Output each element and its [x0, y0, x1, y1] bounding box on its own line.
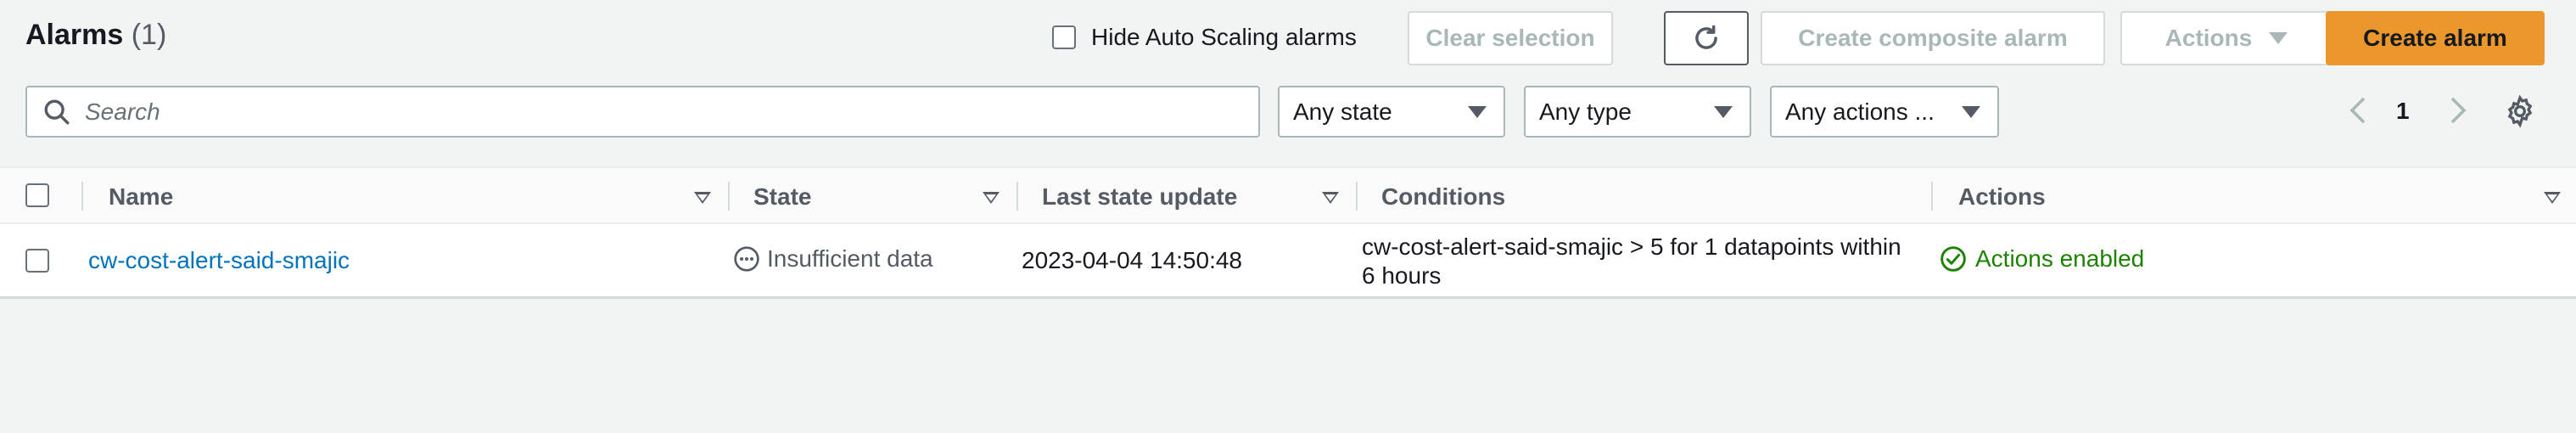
search-input[interactable]	[85, 98, 1256, 126]
actions-dropdown-button[interactable]: Actions	[2120, 11, 2332, 65]
status-pending-icon	[734, 246, 759, 272]
create-composite-alarm-button[interactable]: Create composite alarm	[1761, 11, 2105, 65]
column-divider	[81, 182, 83, 211]
alarm-count: (1)	[131, 19, 167, 51]
refresh-icon	[1695, 25, 1717, 49]
state-filter-select[interactable]: Any state	[1278, 86, 1505, 138]
clear-selection-button[interactable]: Clear selection	[1408, 11, 1613, 65]
alarm-state: Insufficient data	[733, 245, 933, 273]
refresh-button[interactable]	[1664, 11, 1749, 65]
caret-down-icon	[1714, 105, 1733, 118]
page-title: Alarms (1)	[25, 19, 166, 52]
column-header-name[interactable]: Name	[109, 183, 173, 211]
row-select-checkbox[interactable]	[25, 249, 49, 273]
conditions-line: cw-cost-alert-said-smajic > 5 for 1 data…	[1362, 233, 1901, 260]
hide-autoscaling-checkbox[interactable]	[1052, 25, 1076, 49]
alarm-name-link[interactable]: cw-cost-alert-said-smajic	[88, 247, 350, 274]
caret-down-icon	[1468, 105, 1487, 118]
table-row[interactable]: cw-cost-alert-said-smajic Insufficient d…	[0, 224, 2576, 299]
chevron-left-icon[interactable]	[2345, 93, 2371, 127]
page-header: Alarms (1) Hide Auto Scaling alarms Clea…	[0, 0, 2576, 80]
hide-autoscaling-toggle[interactable]: Hide Auto Scaling alarms	[1052, 24, 1357, 51]
conditions-line: 6 hours	[1362, 262, 1442, 289]
table-header: Name State Last state update Conditions …	[0, 166, 2576, 224]
column-header-conditions[interactable]: Conditions	[1381, 183, 1505, 211]
title-text: Alarms	[25, 19, 124, 51]
type-filter-value: Any type	[1539, 98, 1632, 125]
status-check-icon	[1940, 246, 1966, 272]
search-field[interactable]	[25, 86, 1260, 138]
column-divider	[1931, 182, 1933, 211]
type-filter-select[interactable]: Any type	[1524, 86, 1751, 138]
create-alarm-button[interactable]: Create alarm	[2326, 11, 2545, 65]
column-header-state[interactable]: State	[753, 183, 811, 211]
actions-filter-value: Any actions ...	[1785, 98, 1935, 125]
caret-down-icon	[2269, 32, 2288, 44]
sort-icon[interactable]	[1322, 192, 1339, 204]
state-filter-value: Any state	[1293, 98, 1392, 125]
alarm-actions-status: Actions enabled	[1940, 245, 2144, 273]
select-all-checkbox[interactable]	[25, 183, 49, 207]
search-icon	[44, 99, 70, 124]
actions-filter-select[interactable]: Any actions ...	[1770, 86, 1999, 138]
create-composite-label: Create composite alarm	[1798, 25, 2068, 51]
chevron-right-icon[interactable]	[2445, 93, 2471, 127]
actions-status-label: Actions enabled	[1975, 245, 2145, 272]
sort-icon[interactable]	[983, 192, 1000, 204]
alarm-state-label: Insufficient data	[767, 245, 933, 272]
create-alarm-label: Create alarm	[2363, 25, 2507, 51]
caret-down-icon	[1962, 105, 1980, 118]
column-divider	[728, 182, 730, 211]
sort-icon[interactable]	[2544, 192, 2561, 204]
column-header-last-update[interactable]: Last state update	[1042, 183, 1237, 211]
clear-selection-label: Clear selection	[1425, 25, 1595, 51]
column-header-actions[interactable]: Actions	[1958, 183, 2046, 211]
hide-autoscaling-label: Hide Auto Scaling alarms	[1091, 24, 1357, 50]
column-divider	[1016, 182, 1018, 211]
last-state-update: 2023-04-04 14:50:48	[1022, 247, 1242, 273]
alarm-conditions: cw-cost-alert-said-smajic > 5 for 1 data…	[1362, 233, 1901, 290]
actions-label: Actions	[2164, 25, 2253, 51]
gear-icon[interactable]	[2503, 94, 2537, 128]
page-number[interactable]: 1	[2396, 98, 2410, 125]
sort-icon[interactable]	[694, 192, 711, 204]
column-divider	[1356, 182, 1358, 211]
